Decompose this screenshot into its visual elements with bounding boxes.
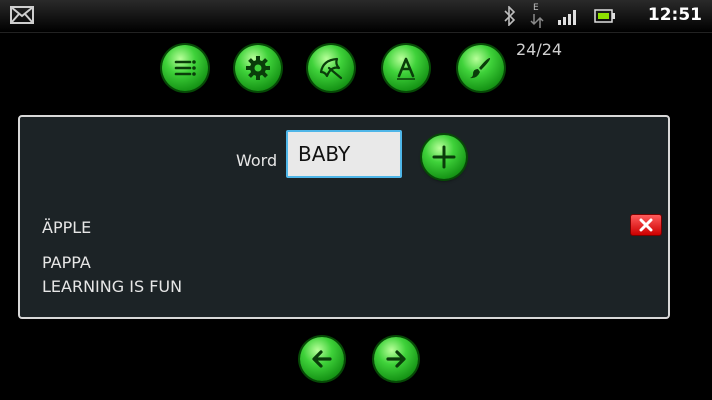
battery-icon bbox=[594, 9, 615, 23]
arrow-left-icon bbox=[312, 350, 332, 368]
draw-button[interactable] bbox=[458, 45, 504, 91]
word-label: Word bbox=[236, 151, 278, 170]
prev-button[interactable] bbox=[300, 337, 344, 381]
clock: 12:51 bbox=[647, 5, 702, 25]
close-x-icon bbox=[639, 218, 653, 232]
add-word-button[interactable] bbox=[422, 135, 466, 179]
list-item[interactable]: PAPPA bbox=[42, 253, 91, 272]
word-counter: 24/24 bbox=[516, 40, 563, 59]
data-icon: E bbox=[530, 3, 544, 28]
settings-button[interactable] bbox=[235, 45, 281, 91]
status-bar: E 12:51 bbox=[0, 0, 712, 33]
list-item[interactable]: ÄPPLE bbox=[42, 218, 91, 237]
network-letter: E bbox=[533, 3, 539, 13]
signal-icon bbox=[558, 10, 576, 25]
mail-icon bbox=[10, 6, 34, 24]
word-editor-panel: Word ÄPPLE PAPPA LEARNING IS FUN bbox=[18, 115, 670, 319]
list-item[interactable]: LEARNING IS FUN bbox=[42, 277, 182, 296]
word-input[interactable] bbox=[286, 130, 402, 178]
next-button[interactable] bbox=[374, 337, 418, 381]
brush-icon bbox=[470, 58, 491, 79]
theme-button[interactable] bbox=[308, 45, 354, 91]
bluetooth-icon bbox=[504, 6, 516, 26]
delete-word-button[interactable] bbox=[630, 214, 662, 236]
plus-icon bbox=[432, 145, 456, 169]
list-button[interactable] bbox=[162, 45, 208, 91]
arrow-right-icon bbox=[386, 350, 406, 368]
umbrella-icon bbox=[319, 57, 343, 80]
font-a-icon bbox=[397, 57, 415, 80]
gear-icon bbox=[246, 56, 270, 80]
list-icon bbox=[174, 60, 196, 76]
font-button[interactable] bbox=[383, 45, 429, 91]
